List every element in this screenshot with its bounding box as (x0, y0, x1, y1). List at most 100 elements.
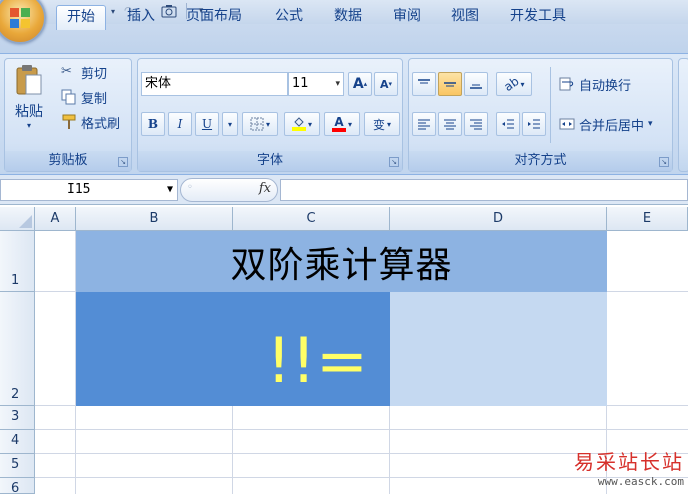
phonetic-icon: 变 (372, 117, 385, 132)
alignment-launcher-icon[interactable]: ↘ (659, 157, 669, 167)
formula-input[interactable] (280, 179, 688, 201)
tab-view[interactable]: 视图 (441, 5, 489, 30)
orientation-button[interactable]: ab ▾ (496, 72, 532, 96)
column-header-b[interactable]: B (76, 207, 233, 231)
gridline (35, 429, 688, 430)
align-middle-icon (444, 82, 456, 87)
align-bottom-button[interactable] (464, 72, 488, 96)
name-box-dropdown-icon[interactable]: ▼ (167, 180, 173, 200)
font-launcher-icon[interactable]: ↘ (389, 157, 399, 167)
alignment-separator (550, 67, 551, 143)
font-color-icon: A (334, 114, 344, 129)
decrease-indent-icon (502, 119, 514, 129)
align-left-icon (418, 119, 430, 130)
row-header-6[interactable]: 6 (0, 478, 35, 496)
align-right-button[interactable] (464, 112, 488, 136)
row-header-1[interactable]: 1 (0, 231, 35, 292)
bold-button[interactable]: B (141, 112, 165, 136)
scissors-icon: ✂ (61, 64, 72, 79)
paste-label: 粘贴 (15, 104, 43, 120)
tab-home[interactable]: 开始 (56, 5, 106, 30)
clipboard-group: 粘贴 ▾ ✂ 剪切 复制 格式刷 剪贴板 ↘ (4, 58, 132, 172)
select-all-corner[interactable] (0, 207, 35, 231)
merge-center-icon (559, 116, 575, 132)
expression-cell[interactable]: !!= (76, 292, 390, 406)
grow-font-button[interactable]: A ▴ (348, 72, 372, 96)
font-color-swatch (331, 127, 346, 132)
row-header-4[interactable]: 4 (0, 430, 35, 454)
office-logo-icon (10, 8, 30, 28)
wrap-text-button[interactable]: 自动换行 (559, 73, 631, 95)
underline-dropdown-icon[interactable]: ▾ (222, 112, 238, 136)
increase-indent-button[interactable] (522, 112, 546, 136)
wrap-text-icon (559, 76, 575, 92)
orientation-icon: ab (500, 73, 522, 95)
name-box[interactable]: I15 ▼ (0, 179, 178, 201)
tab-review[interactable]: 审阅 (383, 5, 431, 30)
name-box-value: I15 (67, 182, 91, 197)
select-all-icon (19, 215, 32, 228)
font-color-button[interactable]: A ▾ (324, 112, 360, 136)
increase-indent-icon (528, 119, 540, 129)
tab-data[interactable]: 数据 (324, 5, 372, 30)
align-top-button[interactable] (412, 72, 436, 96)
tab-insert[interactable]: 插入 (117, 5, 165, 30)
font-size-combo[interactable]: 11 ▾ (288, 72, 344, 96)
tab-formulas[interactable]: 公式 (265, 5, 313, 30)
row-header-5[interactable]: 5 (0, 454, 35, 478)
align-middle-button[interactable] (438, 72, 462, 96)
cut-label: 剪切 (81, 66, 108, 82)
watermark-title: 易采站长站 (574, 450, 684, 474)
result-cell[interactable] (390, 292, 607, 406)
align-center-icon (444, 119, 456, 130)
alignment-group-label: 对齐方式 (409, 151, 672, 171)
borders-icon (250, 117, 264, 131)
borders-button[interactable]: ▾ (242, 112, 278, 136)
font-size-dropdown-icon[interactable]: ▾ (335, 73, 340, 95)
copy-icon (61, 89, 77, 105)
format-painter-label: 格式刷 (81, 116, 121, 132)
format-painter-button[interactable]: 格式刷 (61, 111, 120, 133)
clipboard-launcher-icon[interactable]: ↘ (118, 157, 128, 167)
column-header-a[interactable]: A (35, 207, 76, 231)
tab-page-layout[interactable]: 页面布局 (176, 5, 252, 30)
align-bottom-icon (470, 84, 482, 89)
watermark-url: www.easck.com (597, 475, 684, 488)
align-center-button[interactable] (438, 112, 462, 136)
fill-color-swatch (291, 127, 306, 131)
align-left-button[interactable] (412, 112, 436, 136)
formula-tools: ◦ fx (180, 178, 278, 202)
paste-icon (16, 65, 42, 95)
font-name-combo[interactable]: 宋体 (141, 72, 288, 96)
font-name-value: 宋体 (145, 76, 172, 91)
merge-center-label: 合并后居中 (579, 118, 645, 134)
merge-dropdown-icon[interactable]: ▾ (648, 119, 653, 129)
align-right-icon (470, 119, 482, 130)
font-group-label: 字体 (138, 151, 402, 171)
row-header-3[interactable]: 3 (0, 406, 35, 430)
underline-button[interactable]: U (195, 112, 219, 136)
alignment-group: ab ▾ 自动换行 合并后居中 ▾ 对齐方式 ↘ (408, 58, 673, 172)
decrease-indent-button[interactable] (496, 112, 520, 136)
font-group: 宋体 11 ▾ A ▴ A ▾ B I U ▾ ▾ ▾ A ▾ 变 ▾ 字体 ↘ (137, 58, 403, 172)
clipboard-group-label: 剪贴板 (5, 151, 131, 171)
column-header-d[interactable]: D (390, 207, 607, 231)
merge-center-button[interactable]: 合并后居中 ▾ (559, 113, 653, 135)
format-painter-icon (61, 114, 77, 130)
copy-button[interactable]: 复制 (61, 86, 107, 108)
fill-color-button[interactable]: ▾ (284, 112, 320, 136)
cut-button[interactable]: ✂ 剪切 (61, 61, 107, 83)
column-header-c[interactable]: C (233, 207, 390, 231)
column-header-e[interactable]: E (607, 207, 688, 231)
paste-dropdown-icon[interactable]: ▾ (27, 121, 31, 130)
row-header-2[interactable]: 2 (0, 292, 35, 406)
shrink-font-button[interactable]: A ▾ (374, 72, 398, 96)
italic-button[interactable]: I (168, 112, 192, 136)
number-group-partial (678, 58, 688, 172)
phonetic-button[interactable]: 变 ▾ (364, 112, 400, 136)
tab-developer[interactable]: 开发工具 (500, 5, 576, 30)
calculator-title-cell[interactable]: 双阶乘计算器 (76, 231, 607, 292)
wrap-text-label: 自动换行 (579, 78, 632, 94)
paste-button[interactable]: 粘贴 ▾ (11, 63, 47, 143)
insert-function-icon[interactable]: fx (259, 181, 271, 196)
